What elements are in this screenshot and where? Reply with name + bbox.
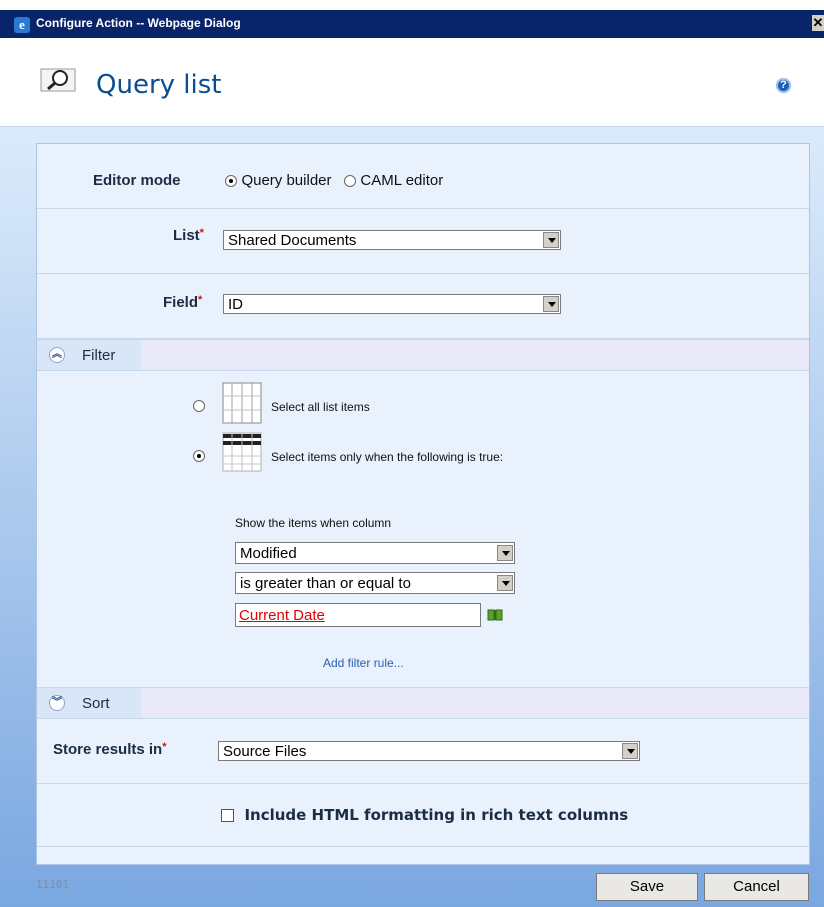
- list-label: List*: [173, 227, 204, 244]
- window-title-bar: e Configure Action -- Webpage Dialog ✕: [0, 0, 824, 38]
- editor-mode-label: Editor mode: [93, 172, 181, 189]
- select-all-label: Select all list items: [271, 400, 370, 414]
- field-label: Field*: [163, 294, 203, 311]
- chevron-down-icon[interactable]: [497, 575, 513, 591]
- browser-icon: e: [14, 17, 30, 33]
- add-filter-rule-link[interactable]: Add filter rule...: [323, 656, 404, 670]
- filter-section-header[interactable]: ︽ Filter: [37, 339, 809, 371]
- dialog-header: Query list ?: [0, 38, 824, 127]
- window-title: Configure Action -- Webpage Dialog: [36, 16, 241, 30]
- sort-section-header[interactable]: ︾ Sort: [37, 687, 809, 719]
- conditional-label: Select items only when the following is …: [271, 450, 504, 464]
- caml-editor-label[interactable]: CAML editor: [360, 172, 443, 189]
- current-date-lookup[interactable]: Current Date: [239, 607, 325, 624]
- lookup-book-icon[interactable]: [487, 608, 503, 622]
- show-items-label: Show the items when column: [235, 516, 392, 530]
- select-all-radio[interactable]: [193, 400, 205, 412]
- close-button[interactable]: ✕: [812, 15, 824, 31]
- field-row: Field* ID: [37, 274, 809, 339]
- query-builder-radio[interactable]: [225, 174, 237, 187]
- filter-section-label[interactable]: Filter: [82, 347, 115, 364]
- editor-mode-row: Editor mode Query builder CAML editor: [37, 144, 809, 209]
- filter-operator-select[interactable]: is greater than or equal to: [235, 572, 515, 594]
- chevron-down-icon[interactable]: [543, 232, 559, 248]
- store-results-label: Store results in*: [53, 741, 167, 758]
- include-html-row: Include HTML formatting in rich text col…: [37, 784, 809, 847]
- chevron-down-icon[interactable]: [543, 296, 559, 312]
- store-results-select[interactable]: Source Files: [218, 741, 640, 761]
- cancel-button[interactable]: Cancel: [704, 873, 809, 901]
- include-html-label[interactable]: Include HTML formatting in rich text col…: [244, 806, 628, 824]
- filtered-table-icon: [222, 432, 262, 472]
- filter-value-input[interactable]: Current Date: [235, 603, 481, 627]
- collapse-icon[interactable]: ︽: [49, 347, 65, 363]
- conditional-radio[interactable]: [193, 450, 205, 462]
- footer-id: 11101: [36, 878, 70, 891]
- chevron-down-icon[interactable]: [497, 545, 513, 561]
- chevron-down-icon[interactable]: [622, 743, 638, 759]
- list-select[interactable]: Shared Documents: [223, 230, 561, 250]
- store-results-row: Store results in* Source Files: [37, 719, 809, 784]
- include-html-checkbox[interactable]: [221, 809, 234, 823]
- save-button[interactable]: Save: [596, 873, 698, 901]
- query-builder-label[interactable]: Query builder: [241, 172, 331, 189]
- table-icon: [222, 382, 262, 424]
- form-panel: Editor mode Query builder CAML editor Li…: [36, 143, 810, 865]
- magnifier-icon: [40, 68, 76, 92]
- list-row: List* Shared Documents: [37, 209, 809, 274]
- caml-editor-radio[interactable]: [343, 174, 356, 187]
- help-icon[interactable]: ?: [776, 78, 791, 93]
- sort-section-label[interactable]: Sort: [82, 695, 110, 712]
- filter-content: Select all list items Select items only …: [37, 370, 809, 690]
- field-select[interactable]: ID: [223, 294, 561, 314]
- filter-column-select[interactable]: Modified: [235, 542, 515, 564]
- page-title: Query list: [96, 70, 222, 100]
- expand-icon[interactable]: ︾: [49, 695, 65, 711]
